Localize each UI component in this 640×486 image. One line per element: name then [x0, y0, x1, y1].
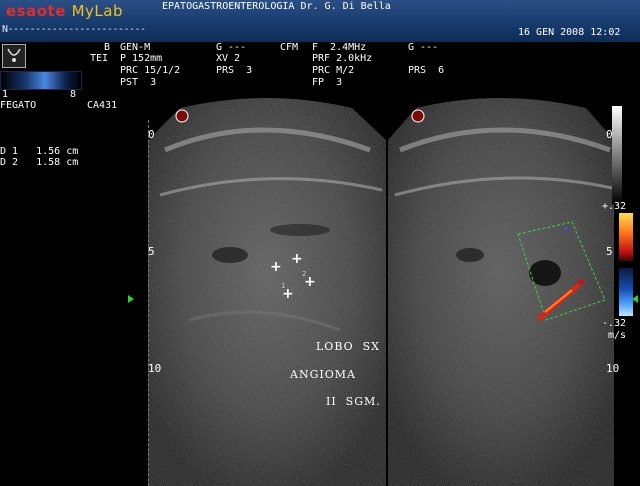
depth-right-5: 5: [606, 245, 613, 258]
orientation-mark-right: [411, 109, 425, 123]
depth-left-5: 5: [148, 245, 155, 258]
depth-scale-left: [148, 120, 150, 486]
focus-marker-left: [128, 295, 134, 303]
annotation-finding: ANGIOMA: [290, 368, 356, 381]
depth-left-0: 0: [148, 128, 155, 141]
orientation-mark-left: [175, 109, 189, 123]
velocity-unit: m/s: [608, 330, 627, 341]
caliper-label-2: 2: [302, 270, 307, 278]
ultrasound-image: [148, 98, 614, 486]
caliper-1a[interactable]: +: [270, 259, 282, 275]
caliper-label-1: 1: [281, 282, 286, 290]
color-scale-negative: [619, 268, 633, 316]
velocity-neg: -.32: [602, 318, 627, 329]
color-scale-positive: [619, 213, 633, 261]
depth-left-10: 10: [148, 362, 162, 375]
caliper-2a[interactable]: +: [291, 251, 303, 267]
annotation-lobe: LOBO SX: [316, 340, 380, 353]
velocity-pos: +.32: [602, 201, 627, 212]
annotation-segment: II SGM.: [326, 395, 381, 408]
gray-scale-bar: [612, 106, 622, 204]
depth-right-10: 10: [606, 362, 620, 375]
